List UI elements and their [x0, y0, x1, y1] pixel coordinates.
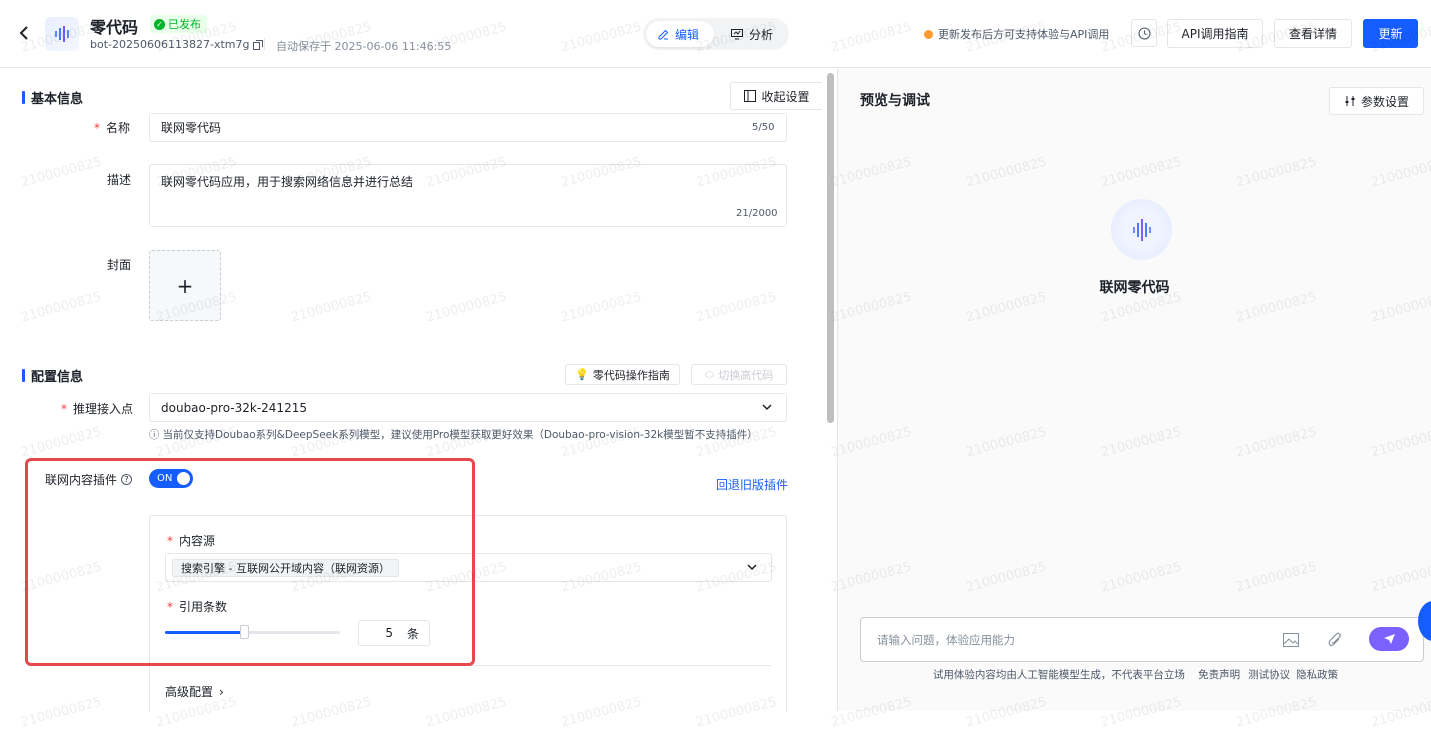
content-source-select[interactable]: 搜索引擎 - 互联网公开域内容（联网资源）	[165, 553, 772, 582]
preview-title: 预览与调试	[860, 93, 930, 109]
endpoint-hint: ⓘ 当前仅支持Doubao系列&DeepSeek系列模型，建议使用Pro模型获取…	[149, 429, 758, 441]
edit-icon	[658, 29, 669, 39]
slider-handle[interactable]	[239, 625, 249, 639]
tab-analysis[interactable]: 分析	[719, 21, 785, 47]
name-label: * 名称	[94, 121, 131, 135]
send-button[interactable]	[1369, 627, 1409, 651]
send-icon	[1383, 634, 1395, 644]
chevron-down-icon	[747, 564, 757, 571]
mode-switch: 编辑 分析	[643, 18, 789, 50]
update-tip: 更新发布后方可支持体验与API调用	[924, 26, 1109, 42]
test-agreement-link[interactable]: 测试协议	[1248, 669, 1290, 681]
help-icon[interactable]: ?	[121, 474, 133, 485]
copy-icon[interactable]	[253, 39, 264, 50]
advanced-config-toggle[interactable]: 高级配置 ›	[165, 683, 224, 700]
top-bar: 零代码 ✓ 已发布 bot-20250606113827-xtm7g 自动保存于…	[0, 0, 1431, 68]
status-text: 已发布	[168, 18, 201, 31]
plugin-config-box: * 内容源 搜索引擎 - 互联网公开域内容（联网资源） * 引用条数	[149, 515, 787, 711]
api-guide-button[interactable]: API调用指南	[1167, 19, 1263, 48]
citation-count-input[interactable]: 5 条	[358, 620, 430, 646]
autosave-text: 自动保存于 2025-06-06 11:46:55	[276, 40, 452, 53]
chat-input[interactable]: 请输入问题，体验应用能力	[860, 617, 1424, 662]
desc-label: 描述	[107, 173, 132, 187]
citation-label: * 引用条数	[167, 600, 228, 614]
bulb-icon: 💡	[575, 368, 589, 381]
collapse-settings-button[interactable]: 收起设置	[730, 82, 822, 110]
attachment-icon[interactable]	[1325, 630, 1345, 650]
name-input[interactable]: 联网零代码	[149, 113, 787, 142]
name-counter: 5/50	[752, 122, 775, 133]
slider-fill	[165, 631, 244, 634]
image-upload-icon[interactable]	[1281, 630, 1301, 650]
desc-counter: 21/2000	[736, 208, 778, 219]
chevron-down-icon	[762, 404, 772, 411]
app-icon	[45, 17, 79, 51]
citation-slider[interactable]	[165, 625, 340, 639]
disclaimer-link[interactable]: 免责声明	[1198, 669, 1240, 681]
bot-id-text: bot-20250606113827-xtm7g	[90, 38, 250, 51]
config-info-title: 配置信息	[22, 366, 83, 385]
history-icon	[1138, 27, 1150, 39]
endpoint-label: * 推理接入点	[61, 402, 134, 416]
analytics-icon	[731, 28, 743, 39]
divider	[264, 38, 265, 50]
config-panel: 基本信息 收起设置 * 名称 联网零代码 5/50 描述 联网零代码应用，用于搜索…	[0, 69, 822, 711]
plugin-toggle[interactable]: ON	[149, 469, 193, 488]
app-title: 零代码	[90, 18, 139, 37]
content-source-tag: 搜索引擎 - 互联网公开域内容（联网资源）	[172, 559, 399, 577]
back-icon[interactable]	[16, 24, 32, 42]
sidebar-icon	[744, 90, 757, 102]
param-settings-button[interactable]: 参数设置	[1329, 87, 1424, 115]
content-source-label: * 内容源	[167, 534, 216, 548]
status-badge: ✓ 已发布	[150, 15, 207, 33]
switch-icon: ⬭	[704, 367, 715, 381]
cover-label: 封面	[107, 258, 132, 272]
bot-avatar	[1111, 199, 1172, 260]
tab-edit-label: 编辑	[675, 27, 700, 42]
guide-button[interactable]: 💡 零代码操作指南	[565, 364, 680, 385]
plugin-label: 联网内容插件 ?	[45, 471, 133, 488]
preview-panel: 预览与调试 参数设置 联网零代码 请输入问题，体验应用能力 试用体验内容均由人工…	[838, 69, 1431, 711]
cover-upload-button[interactable]: +	[149, 250, 221, 321]
scrollbar-thumb[interactable]	[827, 73, 834, 423]
chevron-right-icon: ›	[219, 684, 224, 699]
tab-edit[interactable]: 编辑	[646, 21, 714, 47]
scrollbar[interactable]	[824, 69, 838, 711]
disclaimer: 试用体验内容均由人工智能模型生成，不代表平台立场 免责声明 测试协议 隐私政策	[932, 669, 1339, 681]
view-details-button[interactable]: 查看详情	[1274, 19, 1352, 48]
rollback-plugin-link[interactable]: 回退旧版插件	[716, 476, 788, 493]
history-button[interactable]	[1131, 19, 1157, 47]
basic-info-title: 基本信息	[22, 88, 83, 107]
bot-id: bot-20250606113827-xtm7g	[90, 38, 264, 51]
divider	[165, 665, 771, 666]
privacy-link[interactable]: 隐私政策	[1296, 669, 1338, 681]
sliders-icon	[1345, 96, 1355, 106]
chat-placeholder: 请输入问题，体验应用能力	[877, 633, 1015, 647]
tab-analysis-label: 分析	[749, 27, 774, 42]
update-button[interactable]: 更新	[1363, 19, 1418, 48]
bot-name: 联网零代码	[1099, 280, 1170, 296]
info-icon: ⓘ	[149, 429, 160, 441]
warning-icon	[924, 29, 933, 39]
update-tip-text: 更新发布后方可支持体验与API调用	[938, 28, 1110, 41]
endpoint-select[interactable]: doubao-pro-32k-241215	[149, 393, 787, 422]
switch-code-button[interactable]: ⬭ 切换高代码	[691, 364, 787, 385]
check-icon: ✓	[154, 18, 165, 30]
desc-textarea[interactable]: 联网零代码应用，用于搜索网络信息并进行总结	[149, 164, 787, 227]
